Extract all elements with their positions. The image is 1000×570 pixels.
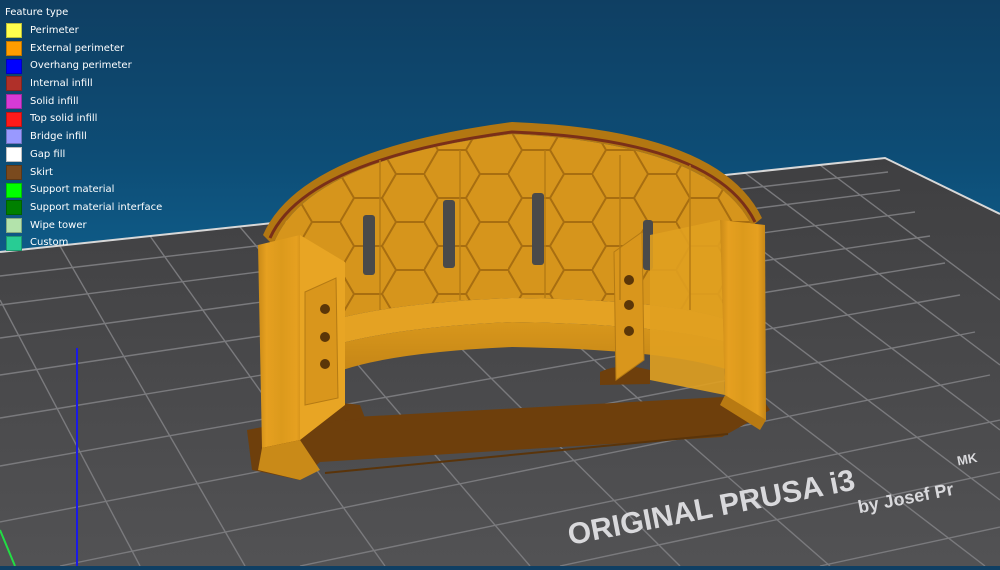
legend-item: External perimeter (3, 40, 162, 58)
legend-swatch (6, 200, 22, 216)
legend-label: Overhang perimeter (30, 60, 132, 72)
legend-label: Wipe tower (30, 219, 87, 231)
legend-item: Support material (3, 181, 162, 199)
legend-swatch (6, 235, 22, 251)
legend-swatch (6, 94, 22, 110)
left-tab (304, 277, 339, 406)
legend-swatch (6, 111, 22, 127)
legend-title: Feature type (5, 7, 69, 18)
legend-item: Gap fill (3, 146, 162, 164)
legend-label: Internal infill (30, 78, 93, 90)
legend-label: Bridge infill (30, 131, 87, 143)
legend-label: Solid infill (30, 95, 79, 107)
legend-swatch (6, 129, 22, 145)
legend-label: External perimeter (30, 42, 125, 54)
legend-swatch (6, 23, 22, 39)
legend-item: Perimeter (3, 22, 162, 40)
legend-swatch (6, 164, 22, 180)
legend-label: Perimeter (30, 25, 79, 36)
legend-item: Internal infill (3, 75, 162, 93)
legend-label: Gap fill (30, 148, 66, 160)
left-wall (258, 235, 305, 448)
legend-item: Skirt (3, 164, 162, 182)
legend-item: Overhang perimeter (3, 57, 162, 75)
legend-item: Custom (3, 234, 162, 252)
legend-label: Support material (30, 184, 115, 196)
legend-swatch (6, 58, 22, 74)
legend-swatch (6, 182, 22, 198)
legend-label: Support material interface (30, 201, 163, 213)
legend-item: Top solid infill (3, 110, 162, 128)
legend-item: Wipe tower (3, 217, 162, 235)
legend-swatch (6, 76, 22, 92)
feature-type-legend: Feature type Perimeter External perimete… (3, 5, 162, 252)
legend-item: Bridge infill (3, 128, 162, 146)
legend-swatch (6, 41, 22, 57)
legend-label: Skirt (30, 166, 53, 178)
legend-swatch (6, 147, 22, 163)
legend-item: Solid infill (3, 93, 162, 111)
legend-swatch (6, 217, 22, 233)
right-wall (720, 220, 766, 425)
legend-item: Support material interface (3, 199, 162, 217)
legend-label: Custom (30, 237, 69, 249)
legend-label: Top solid infill (30, 113, 98, 125)
